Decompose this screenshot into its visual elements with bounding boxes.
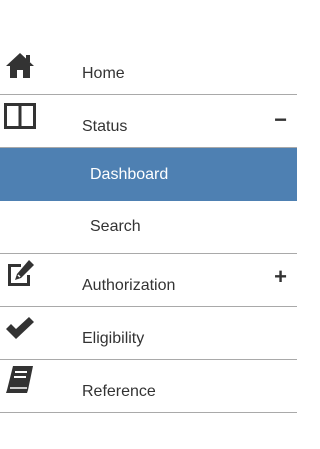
home-icon xyxy=(4,51,36,81)
sidebar-item-label: Reference xyxy=(82,383,156,400)
panel-icon xyxy=(4,101,36,131)
sidebar-subitem-search[interactable]: Search xyxy=(0,201,297,254)
app-root: { "nav": { "items": [ { "label": "Home",… xyxy=(0,0,297,449)
sidebar-subitem-label: Dashboard xyxy=(90,165,169,183)
checkmark-icon xyxy=(4,313,36,343)
sidebar-item-label: Home xyxy=(82,65,125,82)
sidebar-subitem-dashboard[interactable]: Dashboard xyxy=(0,148,297,201)
sidebar-item-eligibility[interactable]: Eligibility xyxy=(0,307,297,360)
book-icon xyxy=(4,364,36,394)
sidebar-subitem-label: Search xyxy=(90,218,141,235)
expand-toggle[interactable]: + xyxy=(274,266,287,288)
edit-icon xyxy=(4,258,36,288)
sidebar-item-home[interactable]: Home xyxy=(0,41,297,95)
sidebar-item-label: Status xyxy=(82,118,128,135)
collapse-toggle[interactable]: − xyxy=(274,109,287,131)
sidebar-nav: Home Status − Dashboard Search Authoriza… xyxy=(0,41,297,413)
sidebar-item-reference[interactable]: Reference xyxy=(0,360,297,413)
sidebar-item-authorization[interactable]: Authorization + xyxy=(0,254,297,307)
sidebar-item-label: Eligibility xyxy=(82,330,145,347)
sidebar-item-status[interactable]: Status − xyxy=(0,95,297,148)
sidebar-item-label: Authorization xyxy=(82,277,176,294)
